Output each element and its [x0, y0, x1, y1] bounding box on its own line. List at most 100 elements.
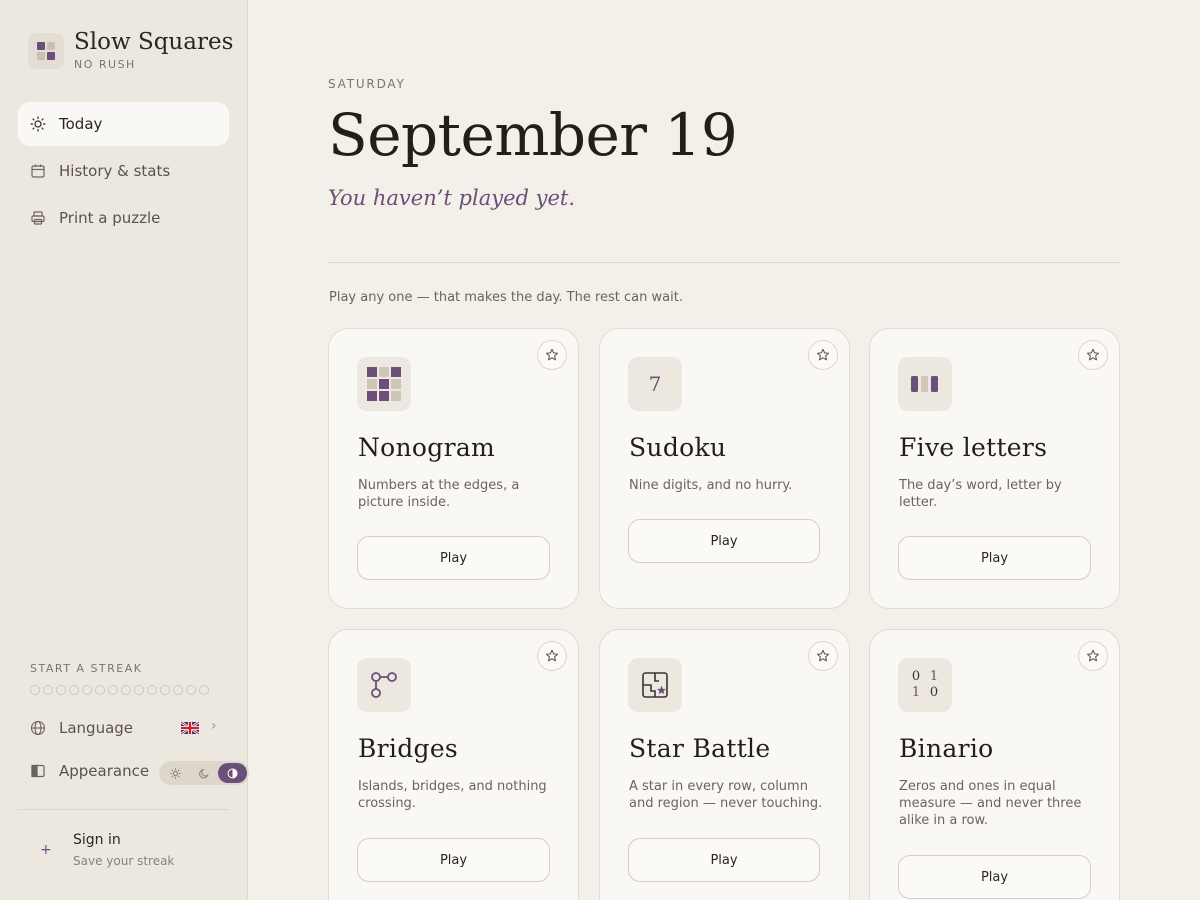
binario-cell: 0 — [929, 685, 939, 700]
sidebar-item-print[interactable]: Print a puzzle — [18, 196, 229, 240]
play-bridges-button[interactable]: Play — [357, 838, 550, 882]
streak-tracker: START A STREAK — [30, 662, 230, 695]
appearance-toggle[interactable] — [159, 761, 249, 785]
streak-dot — [199, 685, 209, 695]
play-five-letters-button[interactable]: Play — [898, 536, 1091, 580]
play-nonogram-button[interactable]: Play — [357, 536, 550, 580]
star-battle-icon — [628, 658, 682, 712]
streak-dot — [95, 685, 105, 695]
star-outline-icon — [545, 649, 559, 662]
puzzle-description: Numbers at the edges, a picture inside. — [358, 478, 520, 510]
star-outline-icon — [1086, 348, 1100, 361]
sidebar-item-history[interactable]: History & stats — [18, 149, 229, 193]
favorite-button[interactable] — [808, 340, 838, 370]
streak-dot — [69, 685, 79, 695]
streak-dot — [121, 685, 131, 695]
streak-dot — [186, 685, 196, 695]
auto-mode-option[interactable] — [218, 763, 248, 783]
puzzle-card-sudoku: 7 Sudoku Nine digits, and no hurry. Play — [599, 328, 850, 609]
binario-cell: 1 — [929, 669, 939, 684]
calendar-icon — [31, 164, 45, 178]
day-of-week: SATURDAY — [328, 77, 406, 91]
moon-icon — [198, 768, 209, 778]
language-setting[interactable]: Language › — [30, 718, 220, 737]
sign-in-subtitle: Save your streak — [73, 854, 175, 868]
light-mode-option[interactable] — [161, 763, 190, 783]
puzzle-card-binario: 0 1 1 0 Binario Zeros and ones in equal … — [869, 629, 1120, 900]
puzzle-name: Nonogram — [358, 433, 496, 462]
appearance-setting: Appearance — [30, 762, 149, 780]
puzzle-description: Zeros and ones in equal measure — and ne… — [899, 779, 1082, 828]
play-sudoku-button[interactable]: Play — [628, 519, 820, 563]
play-hint: Play any one — that makes the day. The r… — [329, 290, 683, 305]
star-outline-icon — [1086, 649, 1100, 662]
favorite-button[interactable] — [808, 641, 838, 671]
puzzle-name: Five letters — [899, 433, 1048, 462]
sidebar-item-today[interactable]: Today — [18, 102, 229, 146]
language-label: Language — [59, 719, 134, 737]
sidebar-item-label: Today — [59, 115, 103, 133]
streak-dot — [173, 685, 183, 695]
puzzle-description: Nine digits, and no hurry. — [629, 478, 793, 493]
letter-tiles-icon — [898, 357, 952, 411]
sidebar-nav: Today History & stats Print a puzzle — [18, 102, 229, 243]
puzzle-card-bridges: Bridges Islands, bridges, and nothing cr… — [328, 629, 579, 900]
bridges-nodes-icon — [357, 658, 411, 712]
plus-icon: + — [40, 842, 52, 858]
sun-icon — [170, 767, 181, 779]
streak-dot — [43, 685, 53, 695]
slow-squares-logo-icon — [28, 32, 64, 69]
puzzle-card-star-battle: Star Battle A star in every row, column … — [599, 629, 850, 900]
puzzle-name: Sudoku — [629, 433, 727, 462]
chevron-right-icon: › — [211, 718, 217, 734]
sudoku-digit-icon: 7 — [628, 357, 682, 411]
brand[interactable]: Slow Squares NO RUSH — [28, 30, 233, 71]
star-outline-icon — [816, 649, 830, 662]
streak-dots — [30, 685, 230, 695]
streak-dot — [134, 685, 144, 695]
contrast-square-icon — [31, 764, 45, 778]
streak-dot — [30, 685, 40, 695]
dark-mode-option[interactable] — [190, 763, 219, 783]
sidebar-item-label: History & stats — [59, 162, 171, 180]
brand-subtitle: NO RUSH — [74, 58, 136, 71]
sidebar: Slow Squares NO RUSH Today History & sta… — [0, 0, 249, 900]
sidebar-item-label: Print a puzzle — [59, 209, 161, 227]
puzzle-description: A star in every row, column and region —… — [629, 779, 823, 811]
uk-flag-icon — [181, 722, 199, 734]
puzzle-name: Star Battle — [629, 734, 771, 763]
streak-dot — [147, 685, 157, 695]
puzzle-card-five-letters: Five letters The day’s word, letter by l… — [869, 328, 1120, 609]
page-title: September 19 — [328, 101, 738, 169]
streak-dot — [160, 685, 170, 695]
play-status: You haven’t played yet. — [328, 186, 576, 210]
play-star-battle-button[interactable]: Play — [628, 838, 820, 882]
binario-icon: 0 1 1 0 — [898, 658, 952, 712]
puzzle-name: Bridges — [358, 734, 459, 763]
sidebar-divider — [18, 809, 229, 810]
nonogram-grid-icon — [357, 357, 411, 411]
binario-cell: 0 — [911, 669, 921, 684]
puzzle-card-nonogram: Nonogram Numbers at the edges, a picture… — [328, 328, 579, 609]
sign-in-label: Sign in — [73, 832, 121, 848]
appearance-label: Appearance — [59, 762, 150, 780]
half-circle-icon — [227, 768, 238, 778]
star-outline-icon — [816, 348, 830, 361]
favorite-button[interactable] — [1078, 641, 1108, 671]
printer-icon — [31, 211, 45, 225]
puzzle-name: Binario — [899, 734, 994, 763]
sudoku-digit: 7 — [648, 372, 662, 396]
globe-icon — [30, 720, 46, 736]
brand-title: Slow Squares — [74, 29, 234, 55]
streak-label: START A STREAK — [30, 662, 143, 675]
streak-dot — [82, 685, 92, 695]
favorite-button[interactable] — [1078, 340, 1108, 370]
puzzle-description: Islands, bridges, and nothing crossing. — [358, 779, 547, 811]
favorite-button[interactable] — [537, 340, 567, 370]
star-outline-icon — [545, 348, 559, 361]
puzzle-description: The day’s word, letter by letter. — [899, 478, 1062, 510]
sun-icon — [30, 116, 46, 132]
favorite-button[interactable] — [537, 641, 567, 671]
streak-dot — [56, 685, 66, 695]
play-binario-button[interactable]: Play — [898, 855, 1091, 899]
